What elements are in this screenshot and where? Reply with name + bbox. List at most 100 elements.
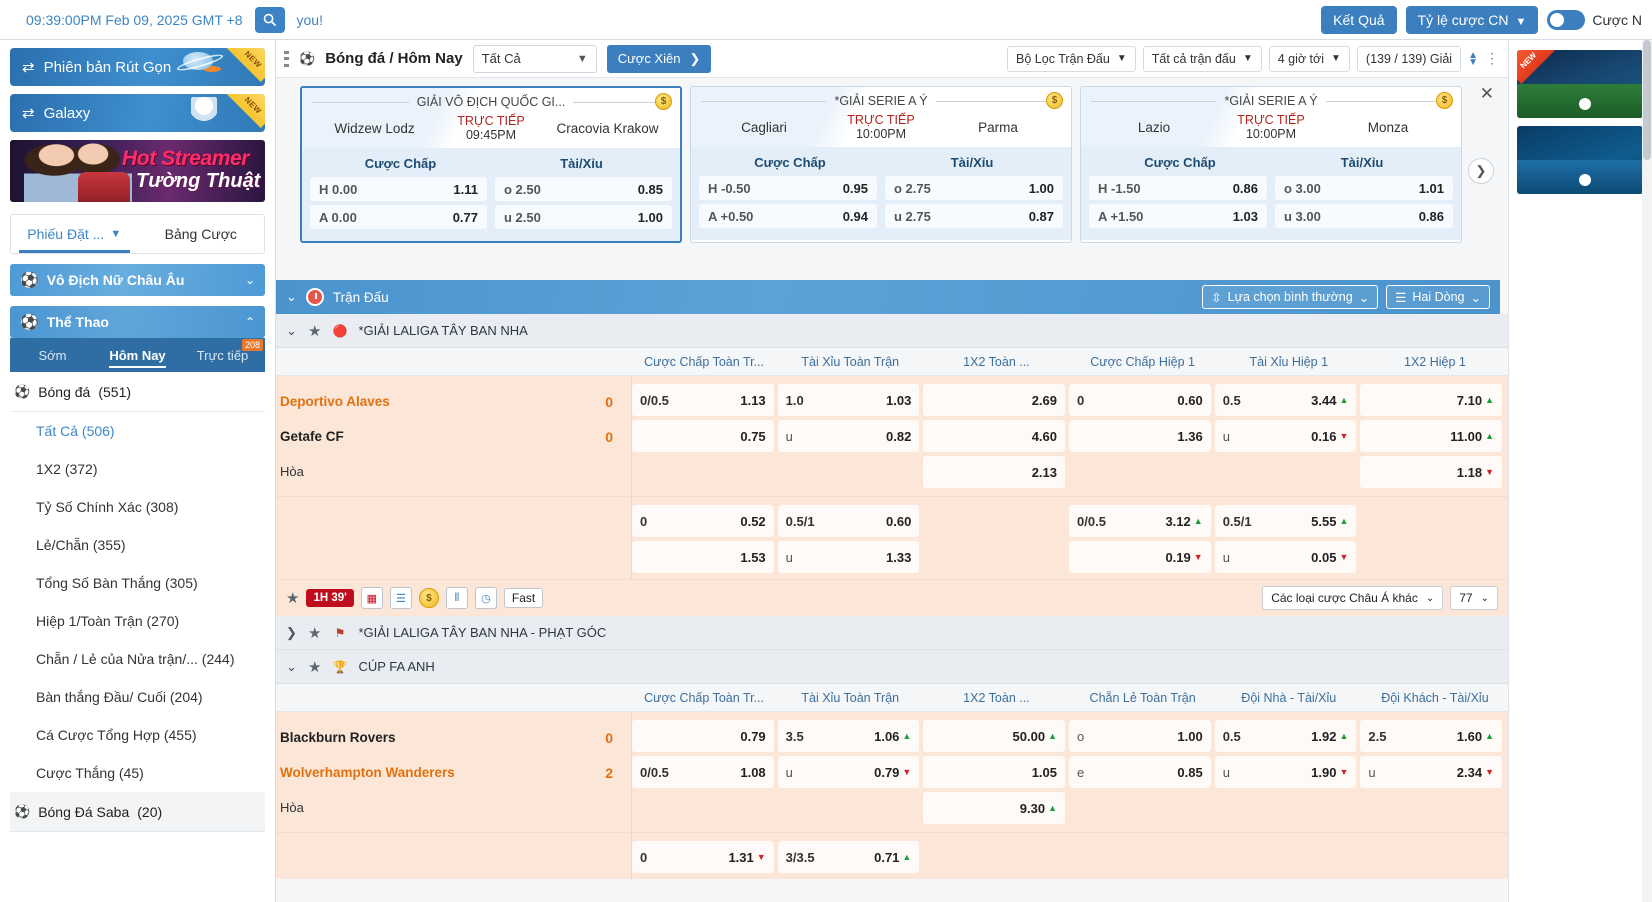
featured-card-3-ou-over[interactable]: o 3.00 1.01 [1275,176,1453,200]
accept-bets-toggle[interactable] [1547,9,1586,30]
sidebar-market-first-last-goal[interactable]: Bàn thắng Đầu/ Cuối (204) [10,678,265,716]
cell-facup-1x2-ft-draw[interactable]: 9.30 ▲ [923,792,1066,824]
view-mode-select[interactable]: ⇳ Lựa chọn bình thường ⌄ [1202,285,1379,309]
cell-facup-ou-ft-under[interactable]: u 0.79 ▼ [777,756,920,788]
chevron-down-icon[interactable]: ⌄ [286,659,298,675]
coin-icon[interactable]: $ [418,588,439,608]
cell-facup-hdcp-ft-away[interactable]: 0/0.5 1.08 [632,756,774,788]
cell-ou-1h-over[interactable]: 0.5 3.44 ▲ [1214,384,1357,416]
tab-bet-slip[interactable]: Phiếu Đặt ... ▼ [11,215,138,253]
cell-ou-1h-under[interactable]: u 0.16 ▼ [1214,420,1357,452]
chevron-down-icon[interactable]: ⌄ [286,323,298,339]
sidebar-market-correct-score[interactable]: Tỷ Số Chính Xác (308) [10,488,265,526]
coin-icon[interactable]: $ [655,93,672,110]
cell2-facup-ou-ft-over[interactable]: 3/3.5 0.71 ▲ [777,841,920,873]
featured-card-2-ou-over[interactable]: o 2.75 1.00 [885,176,1063,200]
coin-icon[interactable]: $ [1046,92,1063,109]
league-filter-select[interactable]: Tất Cả ▼ [472,44,597,73]
history-icon[interactable]: ◷ [474,587,497,609]
cell2-ou-ft-under[interactable]: u 1.33 [777,541,920,573]
sidebar-market-outright[interactable]: Cược Thắng (45) [10,754,265,792]
featured-card-2-hdcp-away[interactable]: A +0.50 0.94 [699,204,877,228]
cell-ou-ft-under[interactable]: u 0.82 [777,420,920,452]
cell-facup-1x2-ft-away[interactable]: 1.05 [923,756,1066,788]
fast-button[interactable]: Fast [503,588,544,608]
cell-ou-ft-over[interactable]: 1.0 1.03 [777,384,920,416]
cell-hdcp-ft-away[interactable]: 0.75 [632,420,774,452]
collapse-all-chevron-icon[interactable]: ⌄ [286,289,297,305]
sidebar-market-ht-ft[interactable]: Hiệp 1/Toàn Trận (270) [10,602,265,640]
featured-card-3-hdcp-home[interactable]: H -1.50 0.86 [1089,176,1267,200]
match-filter-chip[interactable]: Bộ Lọc Trận Đấu ▼ [1007,45,1136,72]
league-header-laliga[interactable]: ⌄ ★ 🔴 *GIẢI LALIGA TÂY BAN NHA [276,314,1508,348]
cell2-ou-1h-over[interactable]: 0.5/1 5.55 ▲ [1214,505,1357,537]
cell-1x2-1h-home[interactable]: 7.10 ▲ [1360,384,1503,416]
results-button[interactable]: Kết Quả [1321,5,1397,34]
pitch-icon[interactable]: ▦ [360,587,383,609]
cell-hdcp-1h-home[interactable]: 0 0.60 [1069,384,1211,416]
coin-icon[interactable]: $ [1436,92,1453,109]
cell-1x2-ft-away[interactable]: 4.60 [923,420,1066,452]
page-scrollbar[interactable] [1642,40,1652,902]
featured-card-1-ou-under[interactable]: u 2.50 1.00 [495,205,672,229]
featured-card-1[interactable]: GIẢI VÔ ĐỊCH QUỐC GI... $ Widzew Lodz TR… [300,86,682,243]
cell-1x2-ft-home[interactable]: 2.69 [923,384,1066,416]
featured-card-1-hdcp-home[interactable]: H 0.00 1.11 [310,177,487,201]
featured-card-2[interactable]: *GIẢI SERIE A Ý $ Cagliari TRỰC TIẾP 10:… [690,86,1072,243]
cell-facup-ou-ft-over[interactable]: 3.5 1.06 ▲ [777,720,920,752]
cell-facup-1x2-ft-home[interactable]: 50.00 ▲ [923,720,1066,752]
featured-card-3-hdcp-away[interactable]: A +1.50 1.03 [1089,204,1267,228]
all-matches-chip[interactable]: Tất cả trận đấu ▼ [1142,45,1262,72]
chevron-right-icon[interactable]: ❯ [286,625,298,641]
cell2-ou-1h-under[interactable]: u 0.05 ▼ [1214,541,1357,573]
featured-card-2-hdcp-home[interactable]: H -0.50 0.95 [699,176,877,200]
cell-1x2-1h-away[interactable]: 11.00 ▲ [1360,420,1503,452]
sidebar-tab-today[interactable]: Hôm Nay [95,338,180,372]
cell2-hdcp-ft-away[interactable]: 1.53 [632,541,774,573]
cell-facup-away-ou-under[interactable]: u 2.34 ▼ [1360,756,1503,788]
cell2-hdcp-ft-home[interactable]: 0 0.52 [632,505,774,537]
cell-1x2-1h-draw[interactable]: 1.18 ▼ [1360,456,1503,488]
cell-facup-oddeven-odd[interactable]: o 1.00 [1069,720,1211,752]
league-count-chip[interactable]: (139 / 139) Giải [1356,45,1462,72]
featured-card-2-ou-under[interactable]: u 2.75 0.87 [885,204,1063,228]
sidebar-market-1x2[interactable]: 1X2 (372) [10,450,265,488]
cell2-ou-ft-over[interactable]: 0.5/1 0.60 [777,505,920,537]
rail-promo-card-1[interactable]: NEW [1517,50,1643,118]
sidebar-market-half-odd-even[interactable]: Chẵn / Lẻ của Nửa trận/... (244) [10,640,265,678]
cell-facup-home-ou-under[interactable]: u 1.90 ▼ [1214,756,1357,788]
parlay-button[interactable]: Cược Xiên ❯ [606,44,712,73]
cell-facup-hdcp-ft-home[interactable]: 0.79 [632,720,774,752]
league-header-laliga-corners[interactable]: ❯ ★ ⚑ *GIẢI LALIGA TÂY BAN NHA - PHẠT GÓ… [276,616,1508,650]
next-card-button[interactable]: ❯ [1468,158,1494,184]
close-icon[interactable]: ✕ [1480,84,1494,104]
market-count-select[interactable]: 77 ⌄ [1450,586,1498,610]
list-icon[interactable]: ☰ [389,587,412,609]
sidebar-section-sports[interactable]: ⚽ Thể Thao ⌃ [10,306,265,338]
featured-card-1-ou-over[interactable]: o 2.50 0.85 [495,177,672,201]
search-icon[interactable] [254,6,285,33]
sidebar-item-saba-football[interactable]: ⚽ Bóng Đá Saba (20) [10,792,265,832]
promo-banner-lite[interactable]: ⇄ Phiên bản Rút Gọn NEW [10,48,265,86]
featured-card-3[interactable]: *GIẢI SERIE A Ý $ Lazio TRỰC TIẾP 10:00P… [1080,86,1462,243]
cell-1x2-ft-draw[interactable]: 2.13 [923,456,1066,488]
sort-arrows-icon[interactable]: ▲ ▼ [1468,50,1478,67]
sidebar-market-total-goals[interactable]: Tổng Số Bàn Thắng (305) [10,564,265,602]
promo-banner-galaxy[interactable]: ⇄ Galaxy NEW [10,94,265,132]
sidebar-tab-live[interactable]: Trực tiếp 208 [180,338,265,372]
favorite-star-icon[interactable]: ★ [308,624,321,642]
odds-type-button[interactable]: Tỷ lệ cược CN ▼ [1405,5,1539,34]
cell-hdcp-1h-away[interactable]: 1.36 [1069,420,1211,452]
more-options-icon[interactable]: ⋮ [1485,50,1500,67]
sidebar-market-mix[interactable]: Cá Cược Tổng Hợp (455) [10,716,265,754]
cell-facup-home-ou-over[interactable]: 0.5 1.92 ▲ [1214,720,1357,752]
sidebar-tab-early[interactable]: Sớm [10,338,95,372]
tab-bet-list[interactable]: Bảng Cược [138,215,265,253]
cell2-hdcp-1h-away[interactable]: 0.19 ▼ [1069,541,1211,573]
favorite-star-icon[interactable]: ★ [308,658,321,676]
other-asian-markets-select[interactable]: Các loại cược Châu Á khác ⌄ [1262,586,1444,610]
cell-facup-oddeven-even[interactable]: e 0.85 [1069,756,1211,788]
cell2-facup-hdcp-ft-home[interactable]: 0 1.31 ▼ [632,841,774,873]
rows-mode-select[interactable]: ☰ Hai Dòng ⌄ [1386,285,1490,309]
featured-card-1-hdcp-away[interactable]: A 0.00 0.77 [310,205,487,229]
